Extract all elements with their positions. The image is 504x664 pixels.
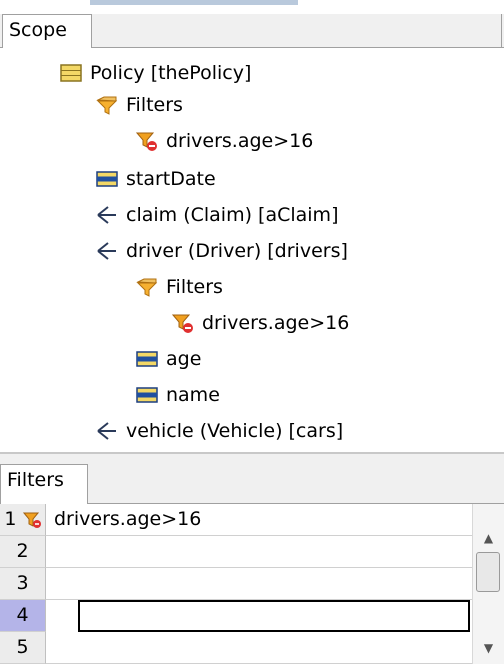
tree-node-label: Policy [thePolicy] xyxy=(90,62,252,84)
filter-expression-input[interactable] xyxy=(78,600,470,632)
filter-expression-cell[interactable] xyxy=(46,536,472,568)
table-row[interactable]: 4 xyxy=(0,600,472,632)
tree-node-label: drivers.age>16 xyxy=(166,130,314,152)
tree-node-filters[interactable]: Filters xyxy=(136,272,223,302)
tree-node-filter-expression[interactable]: drivers.age>16 xyxy=(171,308,350,338)
entity-icon xyxy=(60,62,82,84)
tree-node-claim[interactable]: claim (Claim) [aClaim] xyxy=(96,200,338,230)
row-number[interactable]: 5 xyxy=(0,632,46,664)
tree-node-label: startDate xyxy=(126,168,216,190)
filter-error-icon xyxy=(135,130,158,152)
tree-node-age[interactable]: age xyxy=(136,344,201,374)
tree-node-label: name xyxy=(166,384,220,406)
tab-scope-label: Scope xyxy=(9,19,67,41)
tab-filters-label: Filters xyxy=(7,469,64,491)
table-row[interactable]: 1 drivers.age>16 xyxy=(0,504,472,536)
row-number[interactable]: 2 xyxy=(0,536,46,568)
tab-filters[interactable]: Filters xyxy=(0,464,88,504)
row-number[interactable]: 3 xyxy=(0,568,46,600)
tree-node-vehicle[interactable]: vehicle (Vehicle) [cars] xyxy=(96,416,343,446)
tree-node-label: age xyxy=(166,348,202,370)
filter-error-icon xyxy=(22,512,41,528)
tree-node-startdate[interactable]: startDate xyxy=(96,164,216,194)
filter-expression-cell[interactable] xyxy=(46,568,472,600)
tree-node-name[interactable]: name xyxy=(136,380,220,410)
tree-node-driver[interactable]: driver (Driver) [drivers] xyxy=(96,236,348,266)
table-row[interactable]: 2 xyxy=(0,536,472,568)
tab-scope[interactable]: Scope xyxy=(2,14,92,49)
scroll-up-icon[interactable]: ▲ xyxy=(473,526,504,550)
table-row[interactable]: 3 xyxy=(0,568,472,600)
filters-scrollbar[interactable]: ▲ ▼ xyxy=(472,504,504,664)
tree-node-filter-expression[interactable]: drivers.age>16 xyxy=(135,126,314,156)
filters-grid: 1 drivers.age>16 2 3 4 5 xyxy=(0,504,504,664)
filters-tabstrip: Filters xyxy=(0,454,504,504)
window-top-edge xyxy=(0,0,504,14)
tree-node-policy[interactable]: Policy [thePolicy] xyxy=(60,58,251,88)
tree-node-label: driver (Driver) [drivers] xyxy=(126,240,348,262)
row-number[interactable]: 1 xyxy=(0,504,46,536)
attribute-icon xyxy=(136,348,158,370)
scope-tree[interactable]: Policy [thePolicy] Filters drivers.age>1… xyxy=(0,48,504,452)
filter-folder-icon xyxy=(136,276,158,298)
tree-node-filters[interactable]: Filters xyxy=(96,90,183,120)
relation-icon xyxy=(96,240,118,262)
row-number[interactable]: 4 xyxy=(0,600,46,632)
scroll-thumb[interactable] xyxy=(476,552,500,592)
row-number-label: 1 xyxy=(4,508,17,530)
scroll-down-icon[interactable]: ▼ xyxy=(473,636,504,660)
filter-folder-icon xyxy=(96,94,118,116)
scope-tabstrip: Scope xyxy=(0,14,504,49)
filter-expression-cell[interactable] xyxy=(46,632,472,664)
attribute-icon xyxy=(136,384,158,406)
attribute-icon xyxy=(96,168,118,190)
tree-node-label: Filters xyxy=(166,276,223,298)
filter-expression-cell[interactable]: drivers.age>16 xyxy=(46,504,472,536)
tree-node-label: Filters xyxy=(126,94,183,116)
tree-node-label: vehicle (Vehicle) [cars] xyxy=(126,420,344,442)
title-highlight xyxy=(90,0,298,5)
tree-node-label: drivers.age>16 xyxy=(202,312,350,334)
relation-icon xyxy=(96,420,118,442)
table-row[interactable]: 5 xyxy=(0,632,472,664)
filter-error-icon xyxy=(171,312,194,334)
tree-node-label: claim (Claim) [aClaim] xyxy=(126,204,339,226)
relation-icon xyxy=(96,204,118,226)
